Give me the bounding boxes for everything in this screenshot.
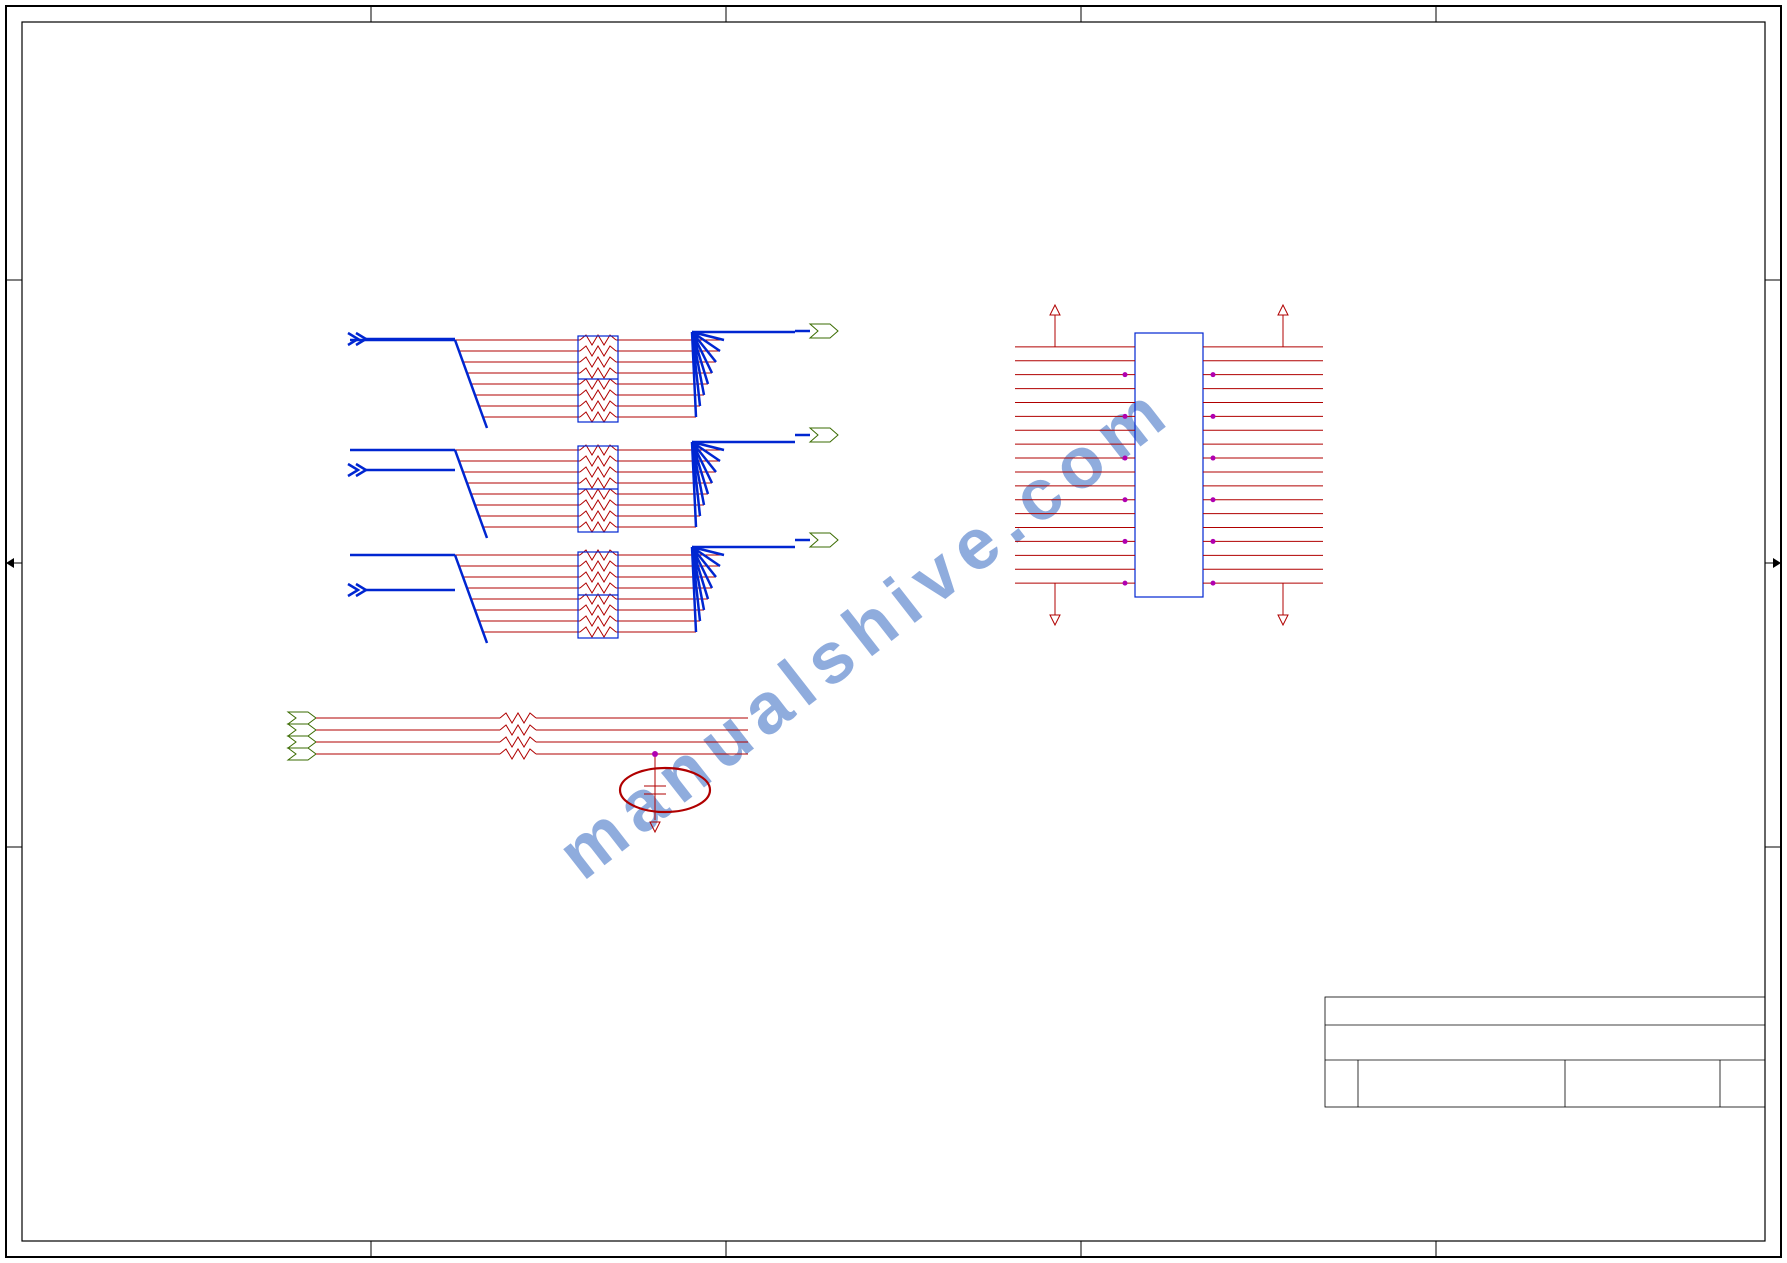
title-block (1325, 997, 1765, 1107)
watermark-text: manualshive.com (543, 367, 1187, 894)
bus-network (350, 332, 795, 643)
schematic-canvas: manualshive.com (0, 0, 1787, 1263)
bus-outputs (795, 324, 838, 547)
junction-dot (652, 751, 658, 757)
bus-inputs (348, 333, 455, 596)
